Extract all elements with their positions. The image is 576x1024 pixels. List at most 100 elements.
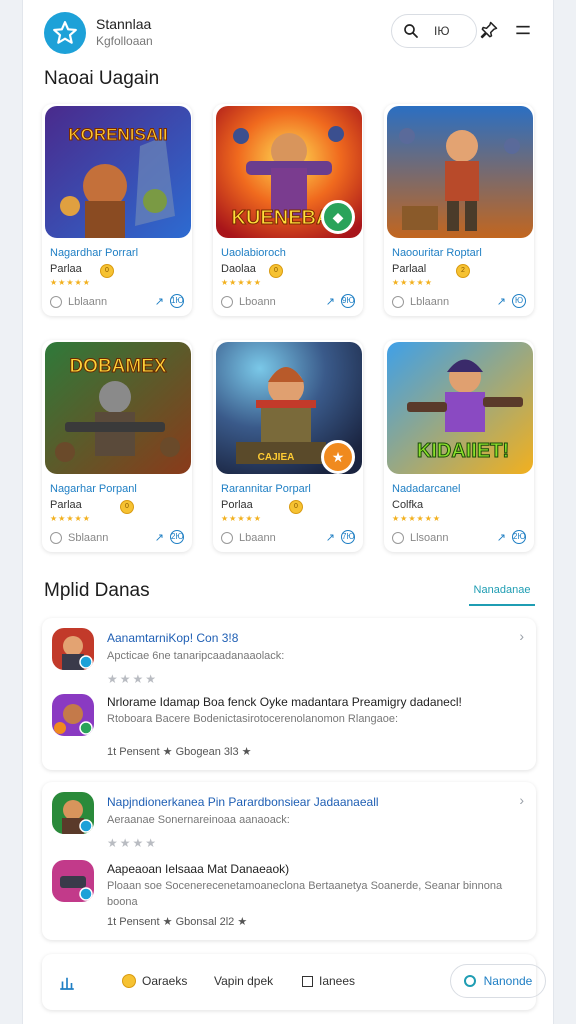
share-icon: ↗ bbox=[496, 531, 506, 544]
bottom-nav: Oaraeks Vapin dpek Ianees Nanonde bbox=[42, 954, 546, 1010]
pin-icon[interactable] bbox=[479, 20, 499, 40]
list-icon bbox=[302, 975, 313, 987]
game-card[interactable]: KORENISAII Nagardhar Porrarl Parlaa 0 ★★… bbox=[42, 104, 192, 316]
rating-stars: ★★★★ bbox=[107, 672, 159, 686]
section-title-popular: Mplid Danas bbox=[44, 580, 150, 601]
meta-text: Llsoann bbox=[410, 532, 449, 544]
meta-text: Lbaann bbox=[239, 532, 276, 544]
list-item-desc: Ploaan soe Socenerecenetamoaneclona Bert… bbox=[107, 880, 503, 908]
chevron-right-icon[interactable]: › bbox=[519, 792, 524, 808]
share-button[interactable]: ↗ 9Ю bbox=[326, 294, 355, 308]
meta-text: Sblaann bbox=[68, 532, 109, 544]
game-card[interactable]: KIDAIIET! Nadadarcanel Colfka ★★★★★★ Lls… bbox=[384, 340, 534, 552]
list-item-title[interactable]: Nrlorame Idamap Boa fenck Oyke madantara… bbox=[107, 695, 462, 709]
nav-item-2[interactable]: Vapin dpek bbox=[214, 974, 273, 988]
share-button[interactable]: ↗ 2Ю bbox=[155, 530, 184, 544]
share-button[interactable]: ↗ 7Ю bbox=[326, 530, 355, 544]
see-all-link[interactable]: Nanadanae bbox=[469, 584, 535, 606]
list-item-title[interactable]: AanamtarniKop! Con 3!8 bbox=[107, 631, 238, 645]
app-avatar[interactable] bbox=[52, 694, 94, 736]
menu-icon[interactable] bbox=[513, 20, 533, 40]
game-author: Porlaa bbox=[221, 499, 253, 511]
app-frame: Stannlaa Kgfolloaan IЮ Naoai Uagain KORE… bbox=[22, 0, 554, 1024]
game-name: Nagardhar Porrarl bbox=[50, 247, 139, 259]
nav-home[interactable] bbox=[58, 974, 76, 992]
download-meta: Lboann bbox=[221, 296, 276, 308]
count-badge: Ю bbox=[512, 294, 526, 308]
game-author: Parlaa bbox=[50, 263, 82, 275]
rating-stars: ★★★★★★ bbox=[392, 514, 442, 523]
game-name: Uaolabioroch bbox=[221, 247, 286, 259]
thumbnail-title: DOBAMEX bbox=[69, 356, 166, 377]
clock-icon bbox=[50, 296, 62, 308]
list-item-title[interactable]: Aapeaoan Ielsaaa Mat Danaeaok) bbox=[107, 862, 289, 876]
nav-item-3[interactable]: Ianees bbox=[302, 974, 355, 988]
game-thumbnail[interactable]: DOBAMEX bbox=[45, 342, 191, 474]
thumbnail-title: CAJIEA bbox=[258, 452, 295, 463]
nav-button-label: Nanonde bbox=[483, 974, 533, 988]
thumbnail-title: KORENISAII bbox=[68, 125, 167, 144]
download-meta: Lblaann bbox=[50, 296, 107, 308]
app-avatar[interactable] bbox=[52, 792, 94, 834]
game-author: Parlaal bbox=[392, 263, 427, 275]
game-card[interactable]: Naoouritar Roptarl Parlaal 2 ★★★★★ Lblaa… bbox=[384, 104, 534, 316]
share-icon: ↗ bbox=[154, 531, 164, 544]
meta-text: Lblaann bbox=[68, 296, 108, 308]
game-thumbnail[interactable] bbox=[387, 106, 533, 238]
thumbnail-title: KIDAIIET! bbox=[417, 440, 509, 462]
meta-text: Lboann bbox=[239, 296, 276, 308]
share-button[interactable]: ↗ 1Ю bbox=[155, 294, 184, 308]
search-bar[interactable]: IЮ bbox=[391, 14, 477, 48]
game-card[interactable]: KUENEBA ◆ Uaolabioroch Daolaa 0 ★★★★★ Lb… bbox=[213, 104, 363, 316]
clock-icon bbox=[50, 532, 62, 544]
game-card[interactable]: CAJIEA ★ Rarannitar Porparl Porlaa 0 ★★★… bbox=[213, 340, 363, 552]
circle-icon bbox=[463, 975, 476, 987]
section-title-featured: Naoai Uagain bbox=[44, 68, 160, 89]
chevron-right-icon[interactable]: › bbox=[519, 628, 524, 644]
nav-label: Ianees bbox=[319, 974, 356, 988]
chart-icon bbox=[60, 977, 74, 990]
coin-icon: 2 bbox=[456, 264, 470, 278]
list-item-desc: Aeraanae Sonernareinoaa aanaoack: bbox=[107, 814, 290, 826]
nav-action-button[interactable]: Nanonde bbox=[450, 964, 546, 998]
clock-icon bbox=[221, 532, 233, 544]
search-icon[interactable] bbox=[402, 22, 420, 40]
game-thumbnail[interactable]: KIDAIIET! bbox=[387, 342, 533, 474]
share-icon: ↗ bbox=[154, 295, 164, 308]
game-card[interactable]: DOBAMEX Nagarhar Porpanl Parlaa 0 ★★★★★ … bbox=[42, 340, 192, 552]
thumbnail-title: KUENEBA bbox=[232, 207, 331, 229]
share-button[interactable]: ↗ Ю bbox=[497, 294, 526, 308]
share-button[interactable]: ↗ 2Ю bbox=[497, 530, 526, 544]
list-item-title[interactable]: Napjndionerkanea Pin Parardbonsiear Jada… bbox=[107, 795, 379, 809]
game-author: Daolaa bbox=[221, 263, 256, 275]
star-logo-icon[interactable] bbox=[44, 12, 86, 54]
game-name: Nadadarcanel bbox=[392, 483, 461, 495]
list-group: › Napjndionerkanea Pin Parardbonsiear Ja… bbox=[42, 782, 536, 940]
list-item-desc: Apcticae 6ne tanaripcaadanaaolack: bbox=[107, 650, 285, 662]
brand-title: Stannlaa bbox=[96, 16, 152, 32]
list-item-meta: 1t Pensent ★ Gbogean 3l3 ★ bbox=[107, 746, 252, 758]
star-badge-icon: ★ bbox=[321, 440, 355, 474]
share-icon: ↗ bbox=[325, 295, 335, 308]
count-badge: 1Ю bbox=[170, 294, 184, 308]
rating-stars: ★★★★★ bbox=[221, 514, 262, 523]
list-item-meta: 1t Pensent ★ Gbonsal 2l2 ★ bbox=[107, 916, 248, 928]
rating-stars: ★★★★★ bbox=[50, 514, 91, 523]
brand-subtitle: Kgfolloaan bbox=[96, 34, 153, 48]
download-meta: Lblaann bbox=[392, 296, 449, 308]
rating-stars: ★★★★★ bbox=[50, 278, 91, 287]
download-meta: Llsoann bbox=[392, 532, 449, 544]
app-avatar[interactable] bbox=[52, 860, 94, 902]
coin-icon: 0 bbox=[120, 500, 134, 514]
game-thumbnail[interactable]: KORENISAII bbox=[45, 106, 191, 238]
count-badge: 2Ю bbox=[512, 530, 526, 544]
header: Stannlaa Kgfolloaan IЮ bbox=[23, 0, 555, 64]
share-icon: ↗ bbox=[325, 531, 335, 544]
language-label[interactable]: IЮ bbox=[434, 24, 449, 38]
count-badge: 9Ю bbox=[341, 294, 355, 308]
game-name: Naoouritar Roptarl bbox=[392, 247, 482, 259]
nav-item-1[interactable]: Oaraeks bbox=[122, 974, 187, 988]
count-badge: 7Ю bbox=[341, 530, 355, 544]
app-avatar[interactable] bbox=[52, 628, 94, 670]
rating-stars: ★★★★★ bbox=[392, 278, 433, 287]
